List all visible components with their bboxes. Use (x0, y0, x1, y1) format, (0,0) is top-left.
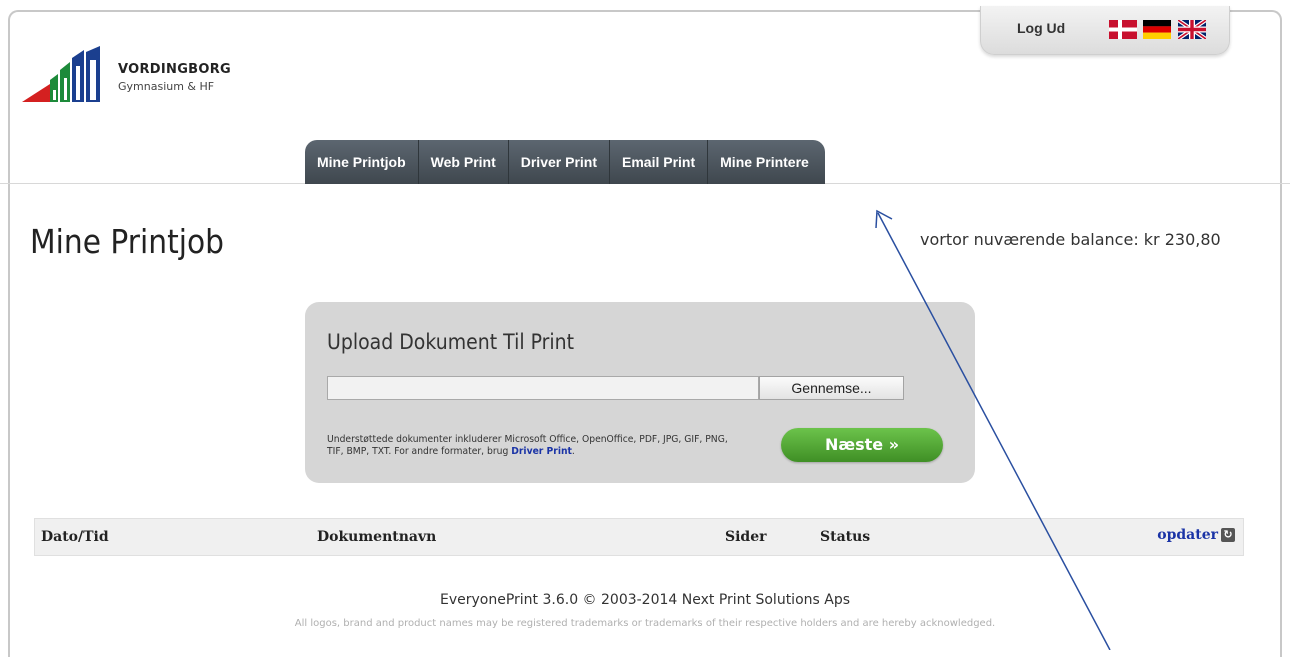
main-nav: Mine Printjob Web Print Driver Print Ema… (305, 140, 825, 184)
footer-trademark: All logos, brand and product names may b… (294, 618, 996, 629)
school-logo[interactable]: VORDINGBORG Gymnasium & HF (20, 40, 260, 110)
next-button[interactable]: Næste » (781, 428, 943, 462)
german-flag-icon[interactable] (1143, 20, 1171, 39)
file-path-field[interactable] (327, 376, 759, 400)
danish-flag-icon[interactable] (1109, 20, 1137, 39)
column-document[interactable]: Dokumentnavn (317, 529, 436, 545)
school-subtitle: Gymnasium & HF (118, 80, 215, 93)
refresh-link[interactable]: opdater ↻ (1157, 527, 1235, 543)
page-title: Mine Printjob (30, 222, 225, 261)
logo-mark-icon (22, 46, 100, 102)
upload-panel: Upload Dokument Til Print Gennemse... Un… (305, 302, 975, 483)
tab-mine-printere[interactable]: Mine Printere (708, 140, 825, 184)
tab-mine-printjob[interactable]: Mine Printjob (305, 140, 419, 184)
upload-title: Upload Dokument Til Print (327, 330, 575, 354)
supported-formats-text: Understøttede dokumenter inkluderer Micr… (327, 434, 741, 458)
uk-flag-icon[interactable] (1178, 20, 1206, 39)
school-name: VORDINGBORG (118, 62, 232, 77)
account-balance: vortor nuværende balance: kr 230,80 (920, 230, 1221, 249)
user-panel: Log Ud (980, 6, 1230, 55)
tab-email-print[interactable]: Email Print (610, 140, 709, 184)
tab-web-print[interactable]: Web Print (419, 140, 509, 184)
footer-copyright: EveryonePrint 3.6.0 © 2003-2014 Next Pri… (439, 592, 851, 608)
logout-link[interactable]: Log Ud (1017, 20, 1065, 36)
column-pages[interactable]: Sider (725, 529, 767, 545)
driver-print-link[interactable]: Driver Print (511, 446, 572, 457)
refresh-label: opdater (1157, 527, 1218, 543)
supported-formats-end: . (571, 446, 575, 457)
column-date[interactable]: Dato/Tid (41, 529, 109, 545)
refresh-icon[interactable]: ↻ (1221, 528, 1235, 542)
column-status[interactable]: Status (820, 529, 870, 545)
browse-button[interactable]: Gennemse... (759, 376, 904, 400)
tab-driver-print[interactable]: Driver Print (509, 140, 610, 184)
printjob-table-header: Dato/Tid Dokumentnavn Sider Status opdat… (34, 518, 1244, 556)
